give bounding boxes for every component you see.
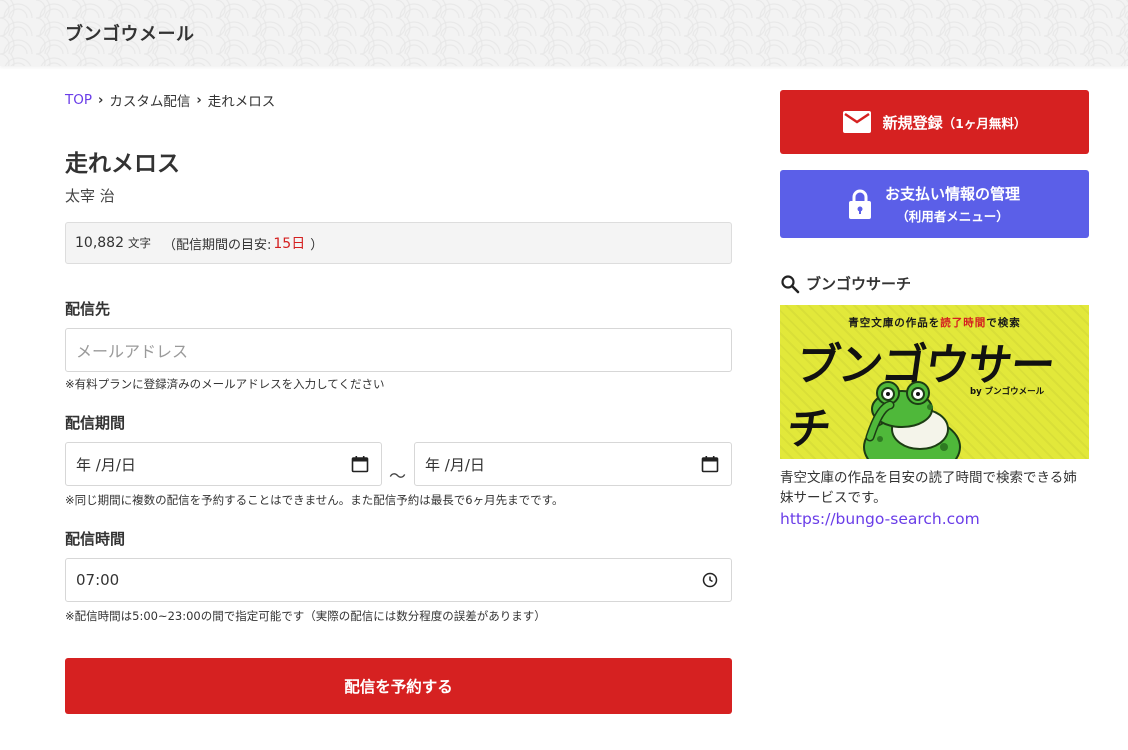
- mail-icon: [842, 111, 871, 133]
- chevron-right-icon: ›: [196, 92, 202, 108]
- email-field[interactable]: メールアドレス: [65, 328, 732, 372]
- author-name: 太宰 治: [65, 187, 115, 205]
- search-heading: ブンゴウサーチ: [780, 273, 911, 294]
- breadcrumb-top-link[interactable]: TOP: [65, 92, 92, 108]
- clock-icon[interactable]: [701, 571, 719, 589]
- start-date-field[interactable]: 年 /月/日: [65, 442, 382, 486]
- banner-tagline: 青空文庫の作品を読了時間で検索: [848, 317, 1021, 329]
- destination-label: 配信先: [65, 300, 111, 318]
- char-count: 10,882: [75, 235, 124, 251]
- frog-illustration: [863, 381, 961, 459]
- reserve-button[interactable]: 配信を予約する: [65, 658, 732, 714]
- end-date-field[interactable]: 年 /月/日: [414, 442, 732, 486]
- email-placeholder: メールアドレス: [76, 342, 189, 361]
- end-date-value: 年 /月/日: [425, 455, 485, 474]
- register-label: 新規登録: [882, 113, 943, 132]
- site-logo[interactable]: ブンゴウメール: [65, 20, 195, 46]
- page-title: 走れメロス: [65, 151, 180, 177]
- start-date-value: 年 /月/日: [76, 455, 136, 474]
- payment-label: お支払い情報の管理: [884, 185, 1020, 203]
- register-button[interactable]: 新規登録（1ヶ月無料）: [780, 90, 1089, 154]
- bungo-search-banner[interactable]: 青空文庫の作品を読了時間で検索 ブンゴウサーチ by ブンゴウメール: [780, 305, 1089, 459]
- register-sub: （1ヶ月無料）: [942, 115, 1027, 131]
- breadcrumb-current: 走れメロス: [207, 94, 276, 110]
- work-info-box: 10,882 文字 （配信期間の目安: 15日 ）: [65, 222, 732, 264]
- email-note: ※有料プランに登録済みのメールアドレスを入力してください: [65, 377, 385, 391]
- chevron-right-icon: ›: [98, 92, 104, 108]
- breadcrumb: TOP › カスタム配信 › 走れメロス: [65, 90, 275, 110]
- period-note: ※同じ期間に複数の配信を予約することはできません。また配信予約は最長で6ヶ月先ま…: [65, 493, 564, 507]
- period-prefix: （配信期間の目安:: [163, 237, 272, 253]
- payment-sub: （利用者メニュー）: [896, 209, 1009, 224]
- calendar-icon[interactable]: [701, 455, 719, 473]
- time-value: 07:00: [76, 571, 120, 589]
- time-note: ※配信時間は5:00~23:00の間で指定可能です（実際の配信には数分程度の誤差…: [65, 609, 546, 623]
- time-field[interactable]: 07:00: [65, 558, 732, 602]
- bungo-search-link[interactable]: https://bungo-search.com: [780, 510, 980, 528]
- period-suffix: ）: [310, 237, 324, 253]
- search-icon: [781, 274, 800, 293]
- char-unit: 文字: [128, 236, 151, 250]
- calendar-icon[interactable]: [351, 455, 369, 473]
- site-header: ブンゴウメール: [0, 0, 1128, 66]
- period-days: 15日: [273, 236, 306, 252]
- payment-button[interactable]: お支払い情報の管理 （利用者メニュー）: [780, 170, 1089, 238]
- search-heading-label: ブンゴウサーチ: [806, 275, 912, 293]
- banner-by: by ブンゴウメール: [970, 387, 1045, 397]
- date-range-separator: 〜: [389, 467, 406, 487]
- period-label: 配信期間: [65, 414, 126, 432]
- time-label: 配信時間: [65, 530, 126, 548]
- bungo-search-description: 青空文庫の作品を目安の読了時間で検索できる姉妹サービスです。: [780, 470, 1077, 506]
- breadcrumb-custom-link[interactable]: カスタム配信: [109, 90, 190, 110]
- lock-icon: [848, 189, 871, 219]
